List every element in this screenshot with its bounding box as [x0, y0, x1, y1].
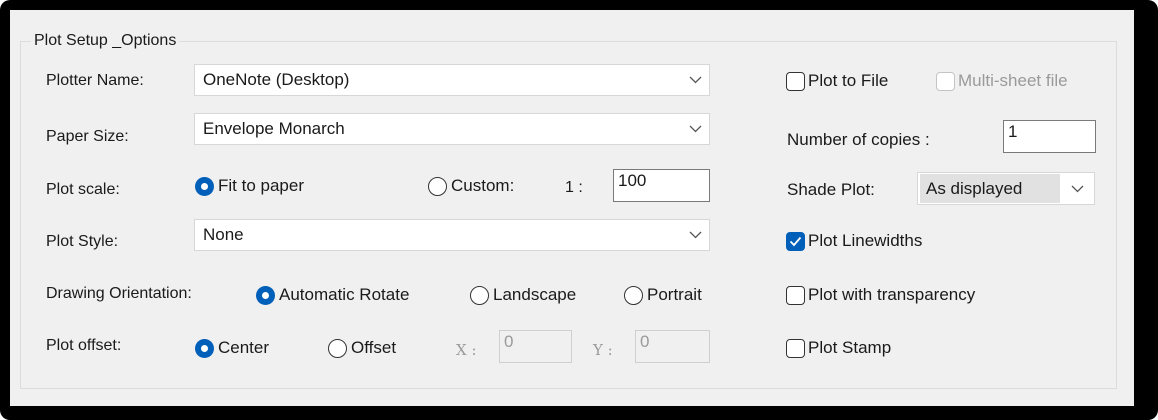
offset-label: Offset — [351, 338, 397, 357]
plot-scale-label: Plot scale: — [46, 181, 120, 198]
radio-unselected-icon — [624, 285, 643, 305]
plot-linewidths-label: Plot Linewidths — [808, 231, 923, 250]
plot-with-transparency-checkbox[interactable]: Plot with transparency — [786, 285, 975, 305]
plot-stamp-label: Plot Stamp — [808, 338, 892, 357]
custom-scale-input[interactable]: 100 — [613, 169, 710, 202]
number-of-copies-label: Number of copies : — [787, 130, 930, 149]
number-of-copies-input[interactable]: 1 — [1003, 120, 1096, 153]
plotter-name-label: Plotter Name: — [46, 72, 144, 89]
plot-style-select[interactable]: None — [194, 219, 710, 251]
chevron-down-icon — [681, 65, 709, 95]
fit-to-paper-radio[interactable]: Fit to paper — [195, 176, 304, 196]
plot-style-label: Plot Style: — [46, 233, 119, 250]
offset-center-radio[interactable]: Center — [195, 338, 269, 358]
center-label: Center — [218, 338, 270, 357]
drawing-orientation-label: Drawing Orientation: — [46, 285, 192, 302]
custom-scale-radio[interactable]: Custom: — [428, 176, 514, 196]
multi-sheet-file-label: Multi-sheet file — [958, 71, 1068, 90]
paper-size-select[interactable]: Envelope Monarch — [194, 113, 710, 145]
radio-selected-icon — [256, 285, 275, 305]
radio-unselected-icon — [328, 338, 347, 358]
custom-scale-label: Custom: — [451, 176, 515, 195]
multi-sheet-file-checkbox[interactable]: Multi-sheet file — [936, 71, 1068, 91]
plotter-name-select[interactable]: OneNote (Desktop) — [194, 64, 710, 96]
automatic-rotate-label: Automatic Rotate — [279, 285, 410, 304]
plot-with-transparency-label: Plot with transparency — [808, 285, 976, 304]
shade-plot-select[interactable]: As displayed — [917, 172, 1095, 205]
portrait-label: Portrait — [647, 285, 702, 304]
orientation-landscape-radio[interactable]: Landscape — [470, 285, 576, 305]
offset-x-input[interactable]: 0 — [499, 330, 572, 363]
offset-x-label: X : — [456, 341, 477, 359]
plotter-name-value: OneNote (Desktop) — [203, 70, 350, 89]
fit-to-paper-label: Fit to paper — [218, 176, 304, 195]
radio-unselected-icon — [470, 285, 489, 305]
chevron-down-icon — [681, 220, 709, 250]
radio-selected-icon — [195, 176, 214, 196]
checkbox-checked-icon — [786, 231, 805, 251]
checkbox-unchecked-icon — [786, 71, 805, 91]
offset-y-input[interactable]: 0 — [635, 330, 710, 363]
paper-size-label: Paper Size: — [46, 128, 129, 145]
landscape-label: Landscape — [493, 285, 577, 304]
plot-to-file-checkbox[interactable]: Plot to File — [786, 71, 888, 91]
plot-offset-label: Plot offset: — [46, 337, 122, 354]
group-title: Plot Setup _Options — [34, 32, 177, 49]
checkbox-unchecked-icon — [786, 285, 805, 305]
plot-stamp-checkbox[interactable]: Plot Stamp — [786, 338, 891, 358]
chevron-down-icon — [1060, 185, 1094, 193]
plot-to-file-label: Plot to File — [808, 71, 889, 90]
offset-y-label: Y : — [593, 341, 613, 359]
orientation-portrait-radio[interactable]: Portrait — [624, 285, 702, 305]
offset-custom-radio[interactable]: Offset — [328, 338, 396, 358]
scale-ratio-prefix: 1 : — [565, 179, 583, 196]
shade-plot-label: Shade Plot: — [787, 180, 875, 199]
checkbox-unchecked-icon — [936, 71, 955, 91]
shade-plot-value: As displayed — [920, 174, 1060, 203]
plot-style-value: None — [203, 225, 244, 244]
radio-unselected-icon — [428, 176, 447, 196]
radio-selected-icon — [195, 338, 214, 358]
orientation-automatic-rotate-radio[interactable]: Automatic Rotate — [256, 285, 409, 305]
paper-size-value: Envelope Monarch — [203, 119, 345, 138]
chevron-down-icon — [681, 114, 709, 144]
checkbox-unchecked-icon — [786, 338, 805, 358]
plot-linewidths-checkbox[interactable]: Plot Linewidths — [786, 231, 922, 251]
